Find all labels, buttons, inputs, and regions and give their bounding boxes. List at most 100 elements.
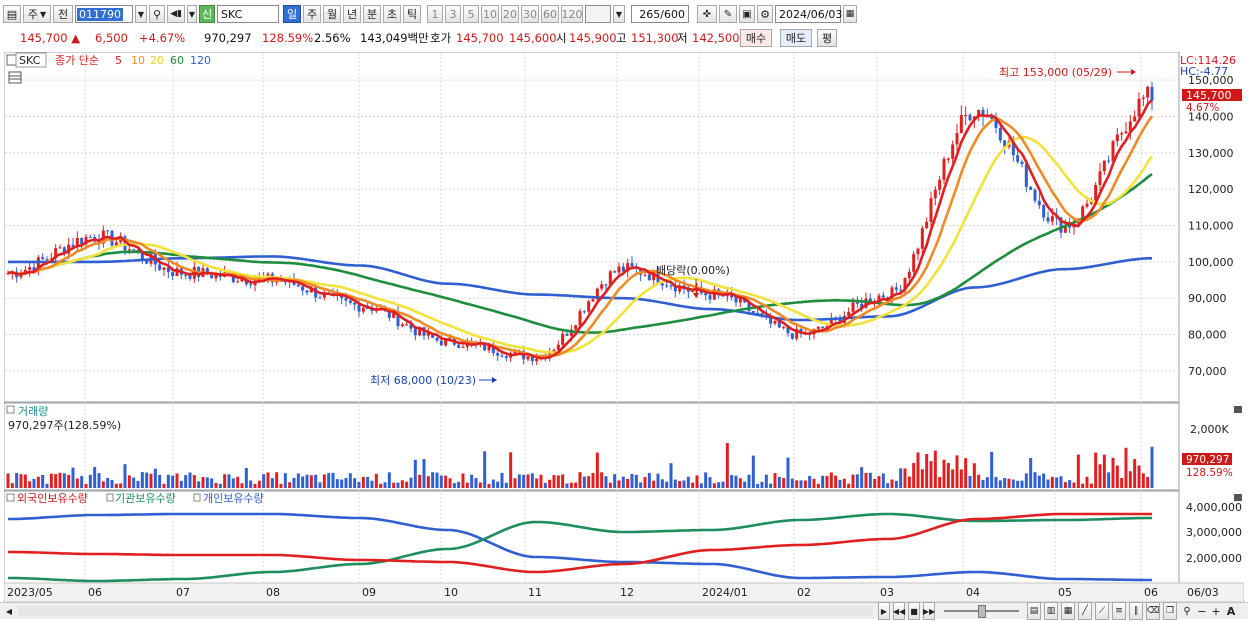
volume-bar [218, 483, 222, 488]
holding-y-tick-4m: 4,000,000 [1186, 501, 1242, 514]
minute-unit-30[interactable]: 30 [521, 5, 539, 23]
stock-name-field[interactable]: SKC [217, 5, 279, 23]
period-tick[interactable]: 틱 [403, 5, 421, 23]
code-dropdown-button[interactable]: ▼ [135, 5, 147, 23]
price-y-tick: 120,000 [1188, 183, 1234, 196]
speaker-dropdown-button[interactable]: ▼ [187, 5, 197, 23]
table-icon[interactable] [8, 71, 22, 84]
minute-unit-5[interactable]: 5 [463, 5, 479, 23]
forward-icon[interactable]: ▶▶ [923, 602, 935, 620]
candle-body [591, 299, 595, 302]
speaker-icon[interactable]: ◀▮ [167, 5, 185, 23]
candle-body [1120, 133, 1124, 135]
unit-dropdown-button[interactable]: ▼ [613, 5, 625, 23]
candle-body [881, 295, 885, 298]
price-y-tick: 70,000 [1188, 365, 1227, 378]
rewind-icon[interactable]: ◀◀ [893, 602, 905, 620]
scroll-track[interactable] [18, 606, 873, 616]
volume-close-icon[interactable] [1234, 406, 1242, 413]
volume-bar [127, 475, 131, 488]
crosshair-icon[interactable]: ✜ [697, 5, 717, 23]
date-field[interactable]: 2024/06/03 [775, 5, 842, 23]
volume-bar [582, 476, 586, 488]
type-select[interactable]: 주 ▼ [23, 5, 51, 23]
last-pct-tag: 4.67% [1186, 102, 1219, 114]
chart-type-icon[interactable]: ▦ [1061, 602, 1075, 620]
line-tool-icon[interactable]: ╱ [1078, 602, 1092, 620]
period-week[interactable]: 주 [303, 5, 321, 23]
volume-bar [738, 478, 742, 488]
copy-tool-icon[interactable]: ❐ [1163, 602, 1177, 620]
price-y-tick: 90,000 [1188, 292, 1227, 305]
period-day[interactable]: 일 [283, 5, 301, 23]
period-second[interactable]: 초 [383, 5, 401, 23]
volume-bar [32, 478, 36, 488]
play-icon[interactable]: ▶ [878, 602, 890, 620]
minute-unit-1[interactable]: 1 [427, 5, 443, 23]
layout-icon[interactable]: ▤ [1027, 602, 1041, 620]
last-price-tag-text: 145,700 [1186, 89, 1232, 102]
minute-unit-120[interactable]: 120 [561, 5, 583, 23]
stock-badge[interactable]: 신 [199, 5, 215, 23]
x-axis-label: 09 [362, 586, 376, 599]
layout-split-icon[interactable]: ▥ [1044, 602, 1058, 620]
fib-tool-icon[interactable]: ≡ [1112, 602, 1126, 620]
volume-bar [370, 480, 374, 488]
holding-y-tick-2m: 2,000,000 [1186, 552, 1242, 565]
holding-close-icon[interactable] [1234, 494, 1242, 501]
candle-body [1137, 98, 1141, 117]
volume-bar [28, 481, 32, 488]
candle-body [617, 266, 621, 273]
minute-unit-60[interactable]: 60 [541, 5, 559, 23]
holding-panel-toggle[interactable] [6, 493, 15, 502]
zoom-in-icon[interactable]: + [1210, 602, 1222, 620]
volume-bar [565, 483, 569, 488]
save-icon[interactable]: ▣ [739, 5, 755, 23]
volume-bar [955, 455, 959, 488]
buy-button[interactable]: 매수 [740, 29, 772, 47]
stock-chart[interactable]: SKC 종가 단순 5 10 20 60 120 최고 153,000 (05/… [4, 52, 1244, 602]
volume-bar [158, 474, 162, 488]
erase-tool-icon[interactable]: ⌫ [1146, 602, 1160, 620]
gear-icon[interactable]: ⚙ [757, 5, 773, 23]
period-month[interactable]: 월 [323, 5, 341, 23]
volume-bar [444, 475, 448, 488]
prev-button[interactable]: 전 [53, 5, 73, 23]
price-y-tick: 100,000 [1188, 256, 1234, 269]
stop-icon[interactable]: ■ [908, 602, 920, 620]
minute-unit-3[interactable]: 3 [445, 5, 461, 23]
search-icon[interactable]: ⚲ [149, 5, 165, 23]
period-minute[interactable]: 분 [363, 5, 381, 23]
volume-panel-toggle[interactable] [6, 405, 15, 414]
scroll-left-icon[interactable]: ◀ [3, 602, 15, 620]
volume-bar [526, 474, 530, 488]
volume-bar [630, 474, 634, 488]
chart-menu-icon[interactable]: ▤ [3, 5, 21, 23]
volume-bar [270, 478, 274, 488]
volume-bar [747, 474, 751, 488]
sell-button[interactable]: 매도 [780, 29, 812, 47]
volume-bar [231, 478, 235, 488]
volume-bar [1037, 475, 1041, 488]
draw-tool-icon[interactable]: ✎ [719, 5, 737, 23]
minute-unit-10[interactable]: 10 [481, 5, 499, 23]
trend-tool-icon[interactable]: ⟋ [1095, 602, 1109, 620]
count-field[interactable]: 265/600 [631, 5, 689, 23]
zoom-slider-handle[interactable] [978, 605, 986, 618]
candle-body [249, 284, 253, 286]
channel-tool-icon[interactable]: ∥ [1129, 602, 1143, 620]
auto-scale-icon[interactable]: A [1225, 602, 1237, 620]
candle-body [734, 297, 738, 303]
volume-bar [548, 479, 552, 488]
candle-body [461, 346, 465, 348]
code-input[interactable]: 011790 [75, 5, 133, 23]
minute-unit-20[interactable]: 20 [501, 5, 519, 23]
period-year[interactable]: 년 [343, 5, 361, 23]
unit-input[interactable] [585, 5, 611, 23]
zoom-search-icon[interactable]: ⚲ [1180, 602, 1194, 620]
eval-button[interactable]: 평 [817, 29, 837, 47]
calendar-icon[interactable]: ▦ [843, 5, 857, 23]
zoom-out-icon[interactable]: − [1196, 602, 1208, 620]
candle-body [968, 114, 972, 121]
volume-bar [920, 469, 924, 488]
